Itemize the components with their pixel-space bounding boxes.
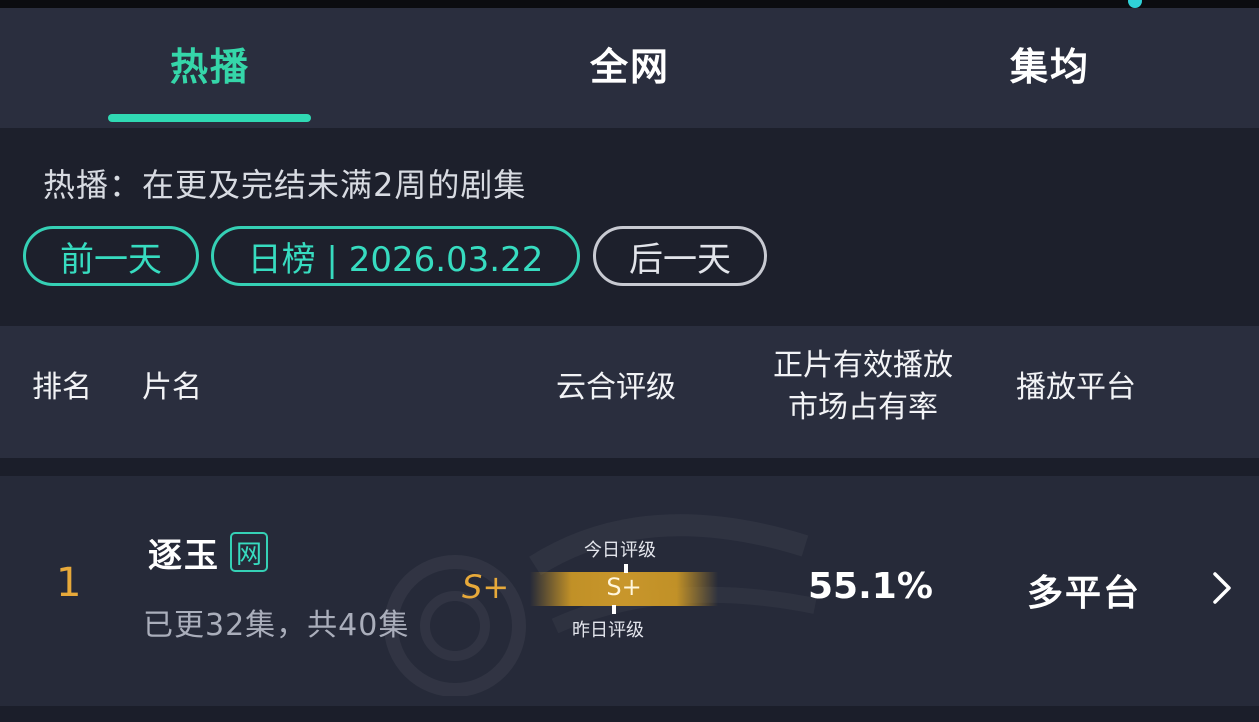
- platform-value: 多平台: [1027, 573, 1142, 614]
- header-share-line2: 市场占有率: [788, 390, 938, 425]
- grade-comparison-bar: S+: [530, 572, 718, 606]
- rank-number: 1: [56, 560, 82, 606]
- drama-title[interactable]: 逐玉: [148, 528, 220, 577]
- grade-value: S+: [462, 568, 510, 606]
- web-drama-badge: 网: [230, 532, 268, 572]
- header-grade: 云合评级: [556, 370, 676, 405]
- tab-hot-label: 热播: [169, 44, 250, 89]
- row-separator: [0, 458, 1259, 476]
- tab-episode-average-label: 集均: [1009, 44, 1090, 89]
- tab-episode-average[interactable]: 集均: [930, 8, 1170, 128]
- header-share-line1: 正片有效播放: [773, 348, 953, 383]
- chevron-right-icon[interactable]: [1208, 570, 1236, 606]
- today-grade-marker: [624, 564, 628, 573]
- previous-day-button[interactable]: 前一天: [23, 226, 199, 286]
- tab-hot[interactable]: 热播: [90, 8, 330, 128]
- header-title: 片名: [142, 370, 202, 405]
- table-header: 排名 片名 云合评级 正片有效播放 市场占有率 播放平台: [0, 326, 1259, 458]
- yesterday-grade-marker: [612, 605, 616, 614]
- header-rank: 排名: [32, 370, 92, 405]
- ranking-description: 热播：在更及完结未满2周的剧集: [43, 166, 527, 204]
- market-share-value: 55.1%: [808, 566, 933, 607]
- today-grade-label: 今日评级: [584, 540, 656, 561]
- status-dot-icon: [1128, 0, 1142, 8]
- table-row[interactable]: 1 逐玉 网 已更32集，共40集 S+ 今日评级 S+ 昨日评级 55.1% …: [0, 476, 1259, 706]
- active-tab-indicator: [108, 114, 311, 122]
- tab-bar: 热播 全网 集均: [0, 8, 1259, 128]
- filter-panel: 热播：在更及完结未满2周的剧集 前一天 日榜 | 2026.03.22 后一天: [0, 128, 1259, 326]
- next-day-button[interactable]: 后一天: [593, 226, 767, 286]
- episode-progress: 已更32集，共40集: [143, 608, 410, 643]
- yesterday-grade-label: 昨日评级: [572, 620, 644, 641]
- header-platform: 播放平台: [1016, 370, 1136, 405]
- tab-all-network-label: 全网: [589, 44, 670, 89]
- date-selector-button[interactable]: 日榜 | 2026.03.22: [211, 226, 580, 286]
- tab-all-network[interactable]: 全网: [510, 8, 750, 128]
- top-status-strip: [0, 0, 1259, 8]
- grade-bar-value: S+: [606, 573, 642, 601]
